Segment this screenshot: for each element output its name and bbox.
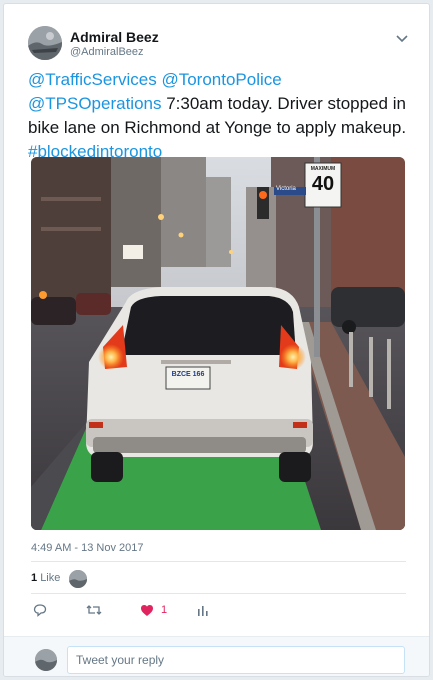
reply-button[interactable] (33, 600, 47, 620)
tweet-card: Admiral Beez @AdmiralBeez @TrafficServic… (3, 3, 430, 677)
license-plate-text: BZCE 166 (171, 371, 205, 378)
tweet-header: Admiral Beez @AdmiralBeez (28, 26, 409, 66)
street-sign: Victoria (276, 186, 296, 192)
divider (31, 561, 406, 562)
liker-avatar[interactable] (69, 570, 87, 588)
like-button[interactable]: 1 (140, 600, 167, 620)
analytics-icon (198, 605, 208, 616)
speed-sign-value: 40 (311, 173, 335, 195)
likes-number: 1 (31, 572, 38, 584)
chevron-down-icon[interactable] (395, 32, 409, 44)
reply-input[interactable] (67, 646, 405, 674)
analytics-button[interactable] (197, 600, 209, 620)
current-user-avatar-image (35, 649, 57, 671)
tweet-text: @TrafficServices @TorontoPolice @TPSOper… (28, 68, 418, 164)
avatar-image (28, 26, 62, 60)
likes-count[interactable]: 1 Like (31, 572, 60, 584)
liker-avatar-image (69, 570, 87, 588)
mention-link[interactable]: @TorontoPolice (161, 70, 281, 89)
tweet-photo[interactable]: Victoria MAXIMUM 40 BZCE 166 (31, 157, 405, 530)
reply-icon (33, 604, 47, 617)
speed-sign-label: MAXIMUM (310, 166, 336, 172)
current-user-avatar[interactable] (35, 649, 57, 671)
tweet-actions: 1 (31, 600, 231, 622)
divider (31, 593, 406, 594)
likes-label: Like (40, 572, 61, 584)
user-display-name[interactable]: Admiral Beez (70, 29, 159, 45)
user-handle[interactable]: @AdmiralBeez (70, 46, 144, 58)
retweet-icon (86, 605, 102, 615)
like-count: 1 (161, 604, 168, 616)
heart-icon (141, 604, 153, 616)
mention-link[interactable]: @TrafficServices (28, 70, 157, 89)
retweet-button[interactable] (86, 600, 102, 620)
tweet-timestamp[interactable]: 4:49 AM - 13 Nov 2017 (31, 542, 144, 554)
reply-bar (4, 636, 429, 676)
user-avatar[interactable] (28, 26, 62, 60)
mention-link[interactable]: @TPSOperations (28, 94, 161, 113)
